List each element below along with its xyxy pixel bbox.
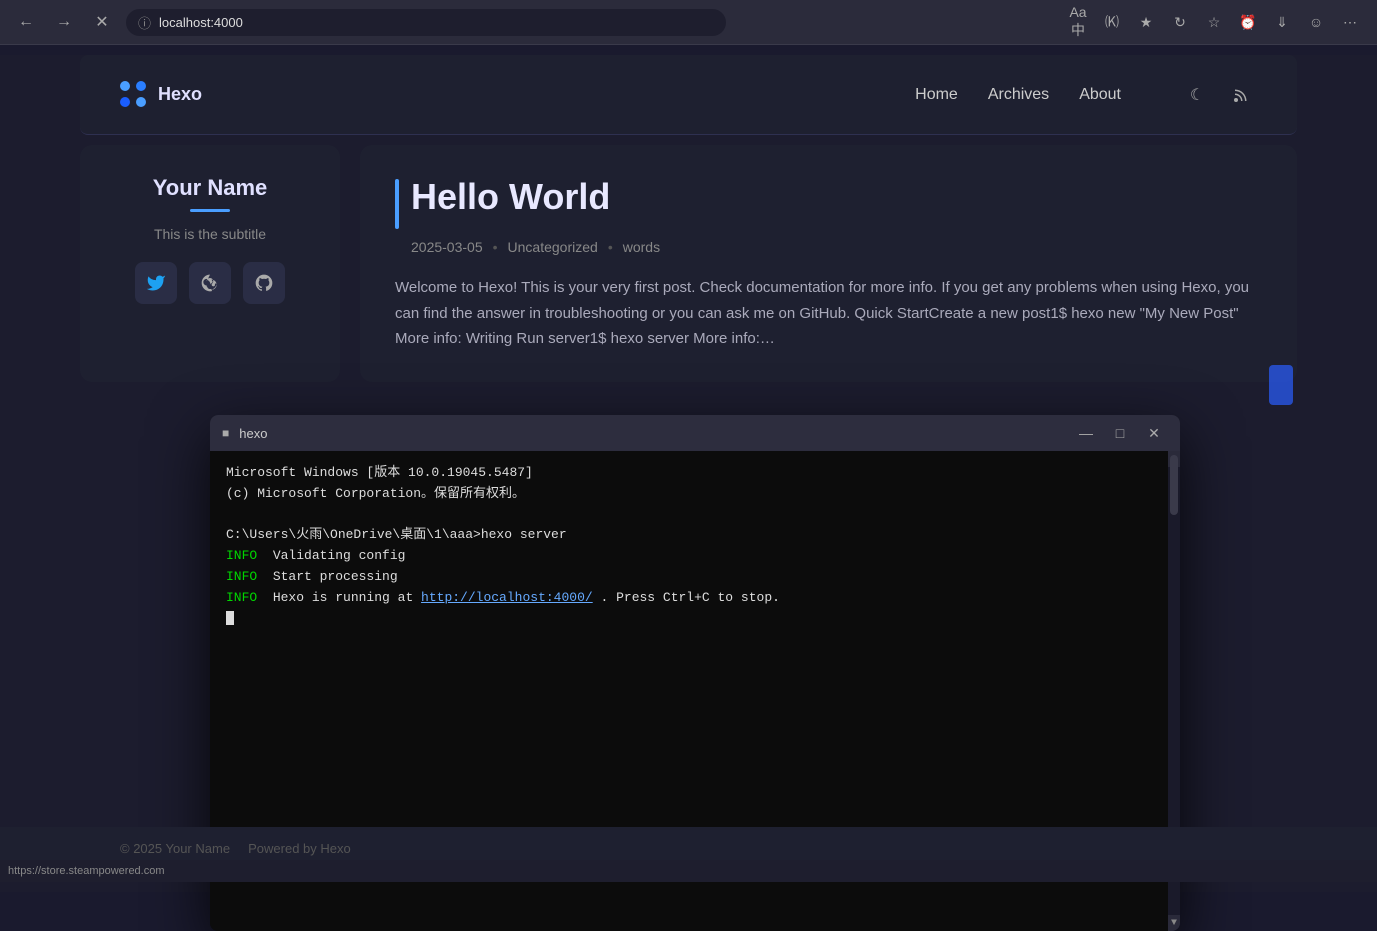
browser-extension-button[interactable]: ↻ [1165, 7, 1195, 37]
footer-powered: Powered by Hexo [248, 841, 351, 856]
post-words: words [623, 239, 660, 255]
terminal-info3: INFO [226, 590, 257, 605]
browser-chrome: ← → ✕ ⓘ localhost:4000 Aa中 🄚 ★ ↻ ☆ ⏰ ⇓ ☺… [0, 0, 1377, 45]
terminal-line6: Start processing [257, 569, 397, 584]
browser-actions: Aa中 🄚 ★ ↻ ☆ ⏰ ⇓ ☺ ⋯ [1063, 7, 1365, 37]
terminal-line7: Hexo is running at [257, 590, 421, 605]
footer-copyright: © 2025 Your Name [120, 841, 230, 856]
post-title-wrap: Hello World [395, 175, 1262, 229]
more-button[interactable]: ⋯ [1335, 7, 1365, 37]
profile-button[interactable]: ☺ [1301, 7, 1331, 37]
dot-3 [120, 97, 130, 107]
forward-button[interactable]: → [50, 8, 78, 36]
sidebar: Your Name This is the subtitle [80, 145, 340, 382]
post-meta: 2025-03-05 • Uncategorized • words [411, 239, 1262, 255]
hexo-navbar: Hexo Home Archives About ☾ [80, 55, 1297, 135]
terminal-cursor [226, 611, 234, 625]
terminal-line4: C:\Users\火雨\OneDrive\桌面\1\aaa>hexo serve… [226, 527, 567, 542]
terminal-icon: ■ [222, 426, 229, 440]
terminal-line2: (c) Microsoft Corporation。保留所有权利。 [226, 486, 525, 501]
twitter-button[interactable] [135, 262, 177, 304]
sidebar-social [100, 262, 320, 304]
post-title[interactable]: Hello World [411, 175, 610, 218]
website-area: Hexo Home Archives About ☾ Your Name Thi… [0, 55, 1377, 892]
terminal-content: Microsoft Windows [版本 10.0.19045.5487] (… [226, 463, 1164, 629]
dot-1 [120, 81, 130, 91]
sidebar-name: Your Name [100, 175, 320, 201]
nav-archives[interactable]: Archives [988, 86, 1049, 104]
dark-mode-button[interactable]: ☾ [1181, 79, 1213, 111]
sidebar-underline [190, 209, 230, 212]
terminal-close-button[interactable]: ✕ [1140, 419, 1168, 447]
post-category[interactable]: Uncategorized [508, 239, 598, 255]
address-bar[interactable]: ⓘ localhost:4000 [126, 9, 726, 36]
terminal-window-buttons: — □ ✕ [1072, 419, 1168, 447]
translate-button[interactable]: Aa中 [1063, 7, 1093, 37]
terminal-line1: Microsoft Windows [版本 10.0.19045.5487] [226, 465, 533, 480]
download-button[interactable]: ⇓ [1267, 7, 1297, 37]
post-excerpt: Welcome to Hexo! This is your very first… [395, 275, 1262, 352]
dot-4 [136, 97, 146, 107]
post-title-bar [395, 179, 399, 229]
dot-2 [136, 81, 146, 91]
edge-icon-button[interactable]: 🄚 [1097, 7, 1127, 37]
history-button[interactable]: ⏰ [1233, 7, 1263, 37]
nav-links: Home Archives About [915, 86, 1121, 104]
back-button[interactable]: ← [12, 8, 40, 36]
terminal-minimize-button[interactable]: — [1072, 419, 1100, 447]
scrollbar-thumb[interactable] [1170, 455, 1178, 515]
terminal-maximize-button[interactable]: □ [1106, 419, 1134, 447]
info-icon: ⓘ [138, 13, 151, 32]
terminal-link[interactable]: http://localhost:4000/ [421, 590, 593, 605]
github-button[interactable] [243, 262, 285, 304]
terminal-titlebar: ■ hexo — □ ✕ [210, 415, 1180, 451]
post-date: 2025-03-05 [411, 239, 483, 255]
status-url: https://store.steampowered.com [8, 865, 165, 877]
terminal-title: hexo [239, 426, 267, 441]
hexo-logo-dots [120, 81, 148, 109]
close-tab-button[interactable]: ✕ [88, 8, 116, 36]
sidebar-subtitle: This is the subtitle [100, 226, 320, 242]
logo-text: Hexo [158, 84, 202, 105]
status-bar: https://store.steampowered.com [0, 860, 1377, 882]
collection-button[interactable]: ☆ [1199, 7, 1229, 37]
nav-about[interactable]: About [1079, 86, 1121, 104]
url-display: localhost:4000 [159, 15, 243, 30]
post-card: Hello World 2025-03-05 • Uncategorized •… [360, 145, 1297, 382]
terminal-info2: INFO [226, 569, 257, 584]
terminal-line7b: . Press Ctrl+C to stop. [593, 590, 780, 605]
terminal-info1: INFO [226, 548, 257, 563]
scrollbar-down-arrow[interactable]: ▼ [1168, 915, 1180, 931]
favorites-button[interactable]: ★ [1131, 7, 1161, 37]
meta-dot-1: • [493, 239, 498, 255]
sidebar-toggle[interactable] [1269, 365, 1293, 405]
nav-home[interactable]: Home [915, 86, 958, 104]
hexo-logo: Hexo [120, 81, 202, 109]
steam-button[interactable] [189, 262, 231, 304]
terminal-line5: Validating config [257, 548, 405, 563]
meta-dot-2: • [608, 239, 613, 255]
nav-icons: ☾ [1181, 79, 1257, 111]
main-content: Your Name This is the subtitle [0, 145, 1377, 382]
rss-button[interactable] [1225, 79, 1257, 111]
